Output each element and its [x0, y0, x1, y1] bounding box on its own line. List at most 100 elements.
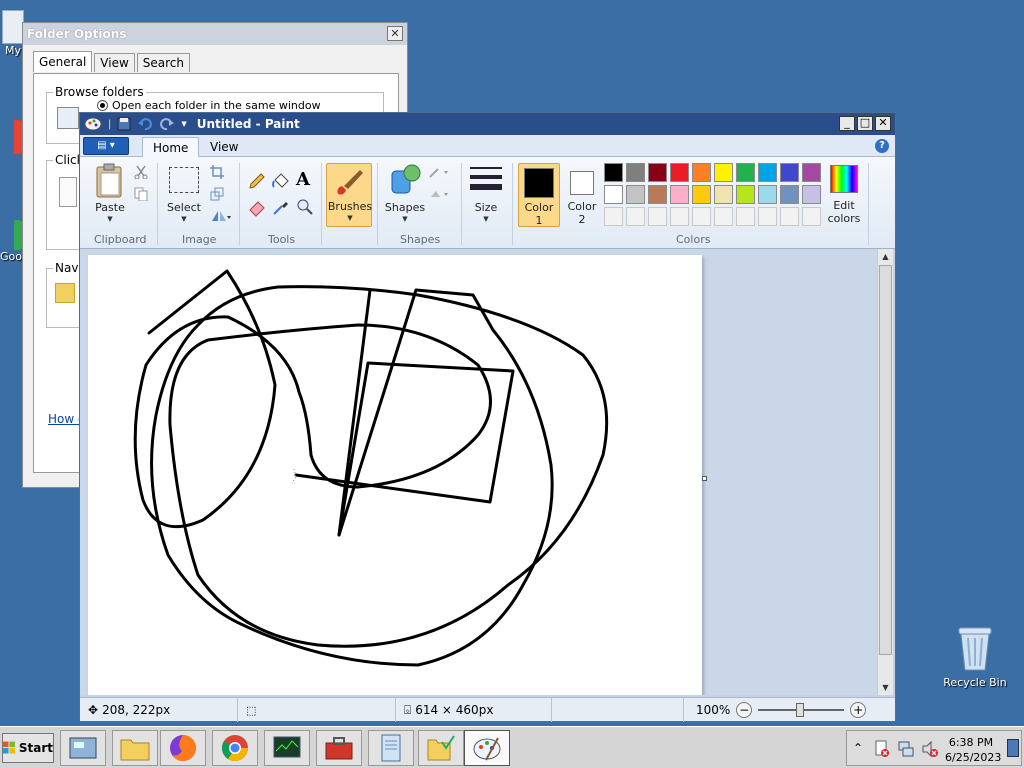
copy-icon[interactable] [134, 187, 148, 201]
color2-button[interactable]: Color 2 [562, 163, 602, 227]
folder-options-titlebar[interactable]: Folder Options [23, 23, 407, 45]
shapes-button[interactable]: Shapes ▼ [382, 161, 428, 227]
pencil-icon[interactable] [247, 171, 267, 191]
palette-swatch[interactable] [692, 185, 711, 204]
text-tool-icon[interactable]: A [296, 169, 310, 190]
taskbar-task-manager[interactable] [264, 730, 310, 766]
zoom-slider[interactable] [758, 702, 845, 718]
palette-swatch[interactable] [802, 185, 821, 204]
edit-colors-button[interactable]: Edit colors [824, 161, 864, 227]
palette-swatch-empty[interactable] [714, 207, 733, 226]
magnifier-icon[interactable] [295, 197, 315, 217]
palette-swatch-empty[interactable] [670, 207, 689, 226]
desktop-icon-good[interactable]: Good [0, 220, 29, 263]
selection-icon: ⬚ [246, 703, 257, 717]
palette-swatch[interactable] [780, 185, 799, 204]
palette-swatch[interactable] [802, 163, 821, 182]
taskbar-server-manager[interactable] [60, 730, 106, 766]
zoom-in-button[interactable]: + [850, 702, 867, 718]
select-button[interactable]: Select ▼ [164, 161, 204, 227]
palette-swatch[interactable] [714, 163, 733, 182]
help-icon[interactable]: ? [875, 139, 889, 153]
palette-swatch-empty[interactable] [758, 207, 777, 226]
palette-swatch[interactable] [736, 185, 755, 204]
taskbar-chrome[interactable] [212, 730, 258, 766]
palette-swatch-empty[interactable] [692, 207, 711, 226]
tab-search[interactable]: Search [136, 53, 191, 72]
palette-swatch[interactable] [626, 185, 645, 204]
paint-app-icon[interactable] [84, 116, 102, 132]
palette-swatch-empty[interactable] [780, 207, 799, 226]
volume-muted-icon[interactable] [921, 740, 939, 758]
resize-icon[interactable] [210, 187, 224, 201]
scroll-down-icon[interactable]: ▼ [878, 680, 893, 695]
tab-view[interactable]: View [200, 137, 248, 157]
crop-icon[interactable] [210, 165, 224, 179]
taskbar-firefox[interactable] [160, 730, 206, 766]
palette-swatch-empty[interactable] [604, 207, 623, 226]
taskbar-toolbox[interactable] [316, 730, 362, 766]
palette-swatch[interactable] [670, 163, 689, 182]
clock[interactable]: 6:38 PM 6/25/2023 [945, 735, 1001, 765]
palette-swatch-empty[interactable] [736, 207, 755, 226]
redo-icon[interactable] [159, 117, 175, 131]
show-hidden-icons-icon[interactable]: ⌃ [853, 741, 863, 755]
palette-swatch-empty[interactable] [648, 207, 667, 226]
rotate-icon[interactable] [210, 209, 232, 223]
taskbar-notepad[interactable] [368, 730, 414, 766]
save-icon[interactable] [117, 117, 131, 131]
brushes-button[interactable]: Brushes ▼ [326, 163, 372, 227]
tab-home[interactable]: Home [142, 137, 200, 157]
fill-bucket-icon[interactable] [271, 171, 291, 191]
eraser-icon[interactable] [247, 197, 267, 217]
paste-button[interactable]: Paste ▼ [88, 161, 132, 227]
desktop-icon-google[interactable] [0, 120, 24, 154]
tab-general[interactable]: General [33, 51, 93, 72]
close-button[interactable]: ✕ [875, 116, 891, 131]
scroll-thumb[interactable] [879, 265, 892, 655]
palette-swatch[interactable] [670, 185, 689, 204]
palette-swatch[interactable] [626, 163, 645, 182]
customize-qat-icon[interactable]: ▼ [181, 120, 186, 128]
vertical-scrollbar[interactable]: ▲ ▼ [877, 249, 893, 695]
palette-swatch[interactable] [736, 163, 755, 182]
fill-icon[interactable] [428, 187, 452, 201]
palette-swatch[interactable] [604, 163, 623, 182]
paint-titlebar[interactable]: | ▼ Untitled - Paint _ □ ✕ [80, 113, 895, 135]
cut-icon[interactable] [134, 165, 148, 179]
taskbar-paint[interactable] [464, 730, 510, 766]
color1-button[interactable]: Color 1 [518, 163, 560, 227]
palette-swatch[interactable] [758, 185, 777, 204]
radio-same-window[interactable]: Open each folder in the same window [97, 99, 321, 112]
paint-menu-button[interactable]: ▤ ▾ [83, 137, 129, 155]
palette-swatch[interactable] [648, 163, 667, 182]
zoom-out-button[interactable]: − [736, 702, 753, 718]
start-button[interactable]: Start [2, 733, 54, 763]
resize-handle[interactable] [702, 476, 707, 481]
palette-swatch[interactable] [780, 163, 799, 182]
outline-icon[interactable] [428, 165, 452, 179]
action-center-icon[interactable] [873, 740, 891, 758]
palette-swatch-empty[interactable] [802, 207, 821, 226]
drawing-canvas[interactable] [88, 255, 702, 695]
palette-swatch[interactable] [758, 163, 777, 182]
maximize-button[interactable]: □ [857, 116, 873, 131]
show-desktop-button[interactable] [1007, 739, 1019, 757]
undo-icon[interactable] [137, 117, 153, 131]
close-button[interactable]: ✕ [387, 26, 403, 41]
scroll-up-icon[interactable]: ▲ [878, 249, 893, 264]
palette-swatch[interactable] [648, 185, 667, 204]
network-icon[interactable] [897, 740, 915, 758]
palette-swatch[interactable] [714, 185, 733, 204]
size-button[interactable]: Size ▼ [466, 161, 506, 227]
taskbar-folder-tasks[interactable] [418, 730, 464, 766]
recycle-bin[interactable]: Recycle Bin [942, 626, 1008, 689]
minimize-button[interactable]: _ [839, 116, 855, 131]
taskbar-explorer[interactable] [112, 730, 158, 766]
palette-swatch[interactable] [604, 185, 623, 204]
palette-swatch-empty[interactable] [626, 207, 645, 226]
palette-swatch[interactable] [692, 163, 711, 182]
color-picker-icon[interactable] [271, 197, 291, 217]
zoom-slider-thumb[interactable] [796, 703, 805, 717]
tab-view[interactable]: View [94, 53, 135, 72]
